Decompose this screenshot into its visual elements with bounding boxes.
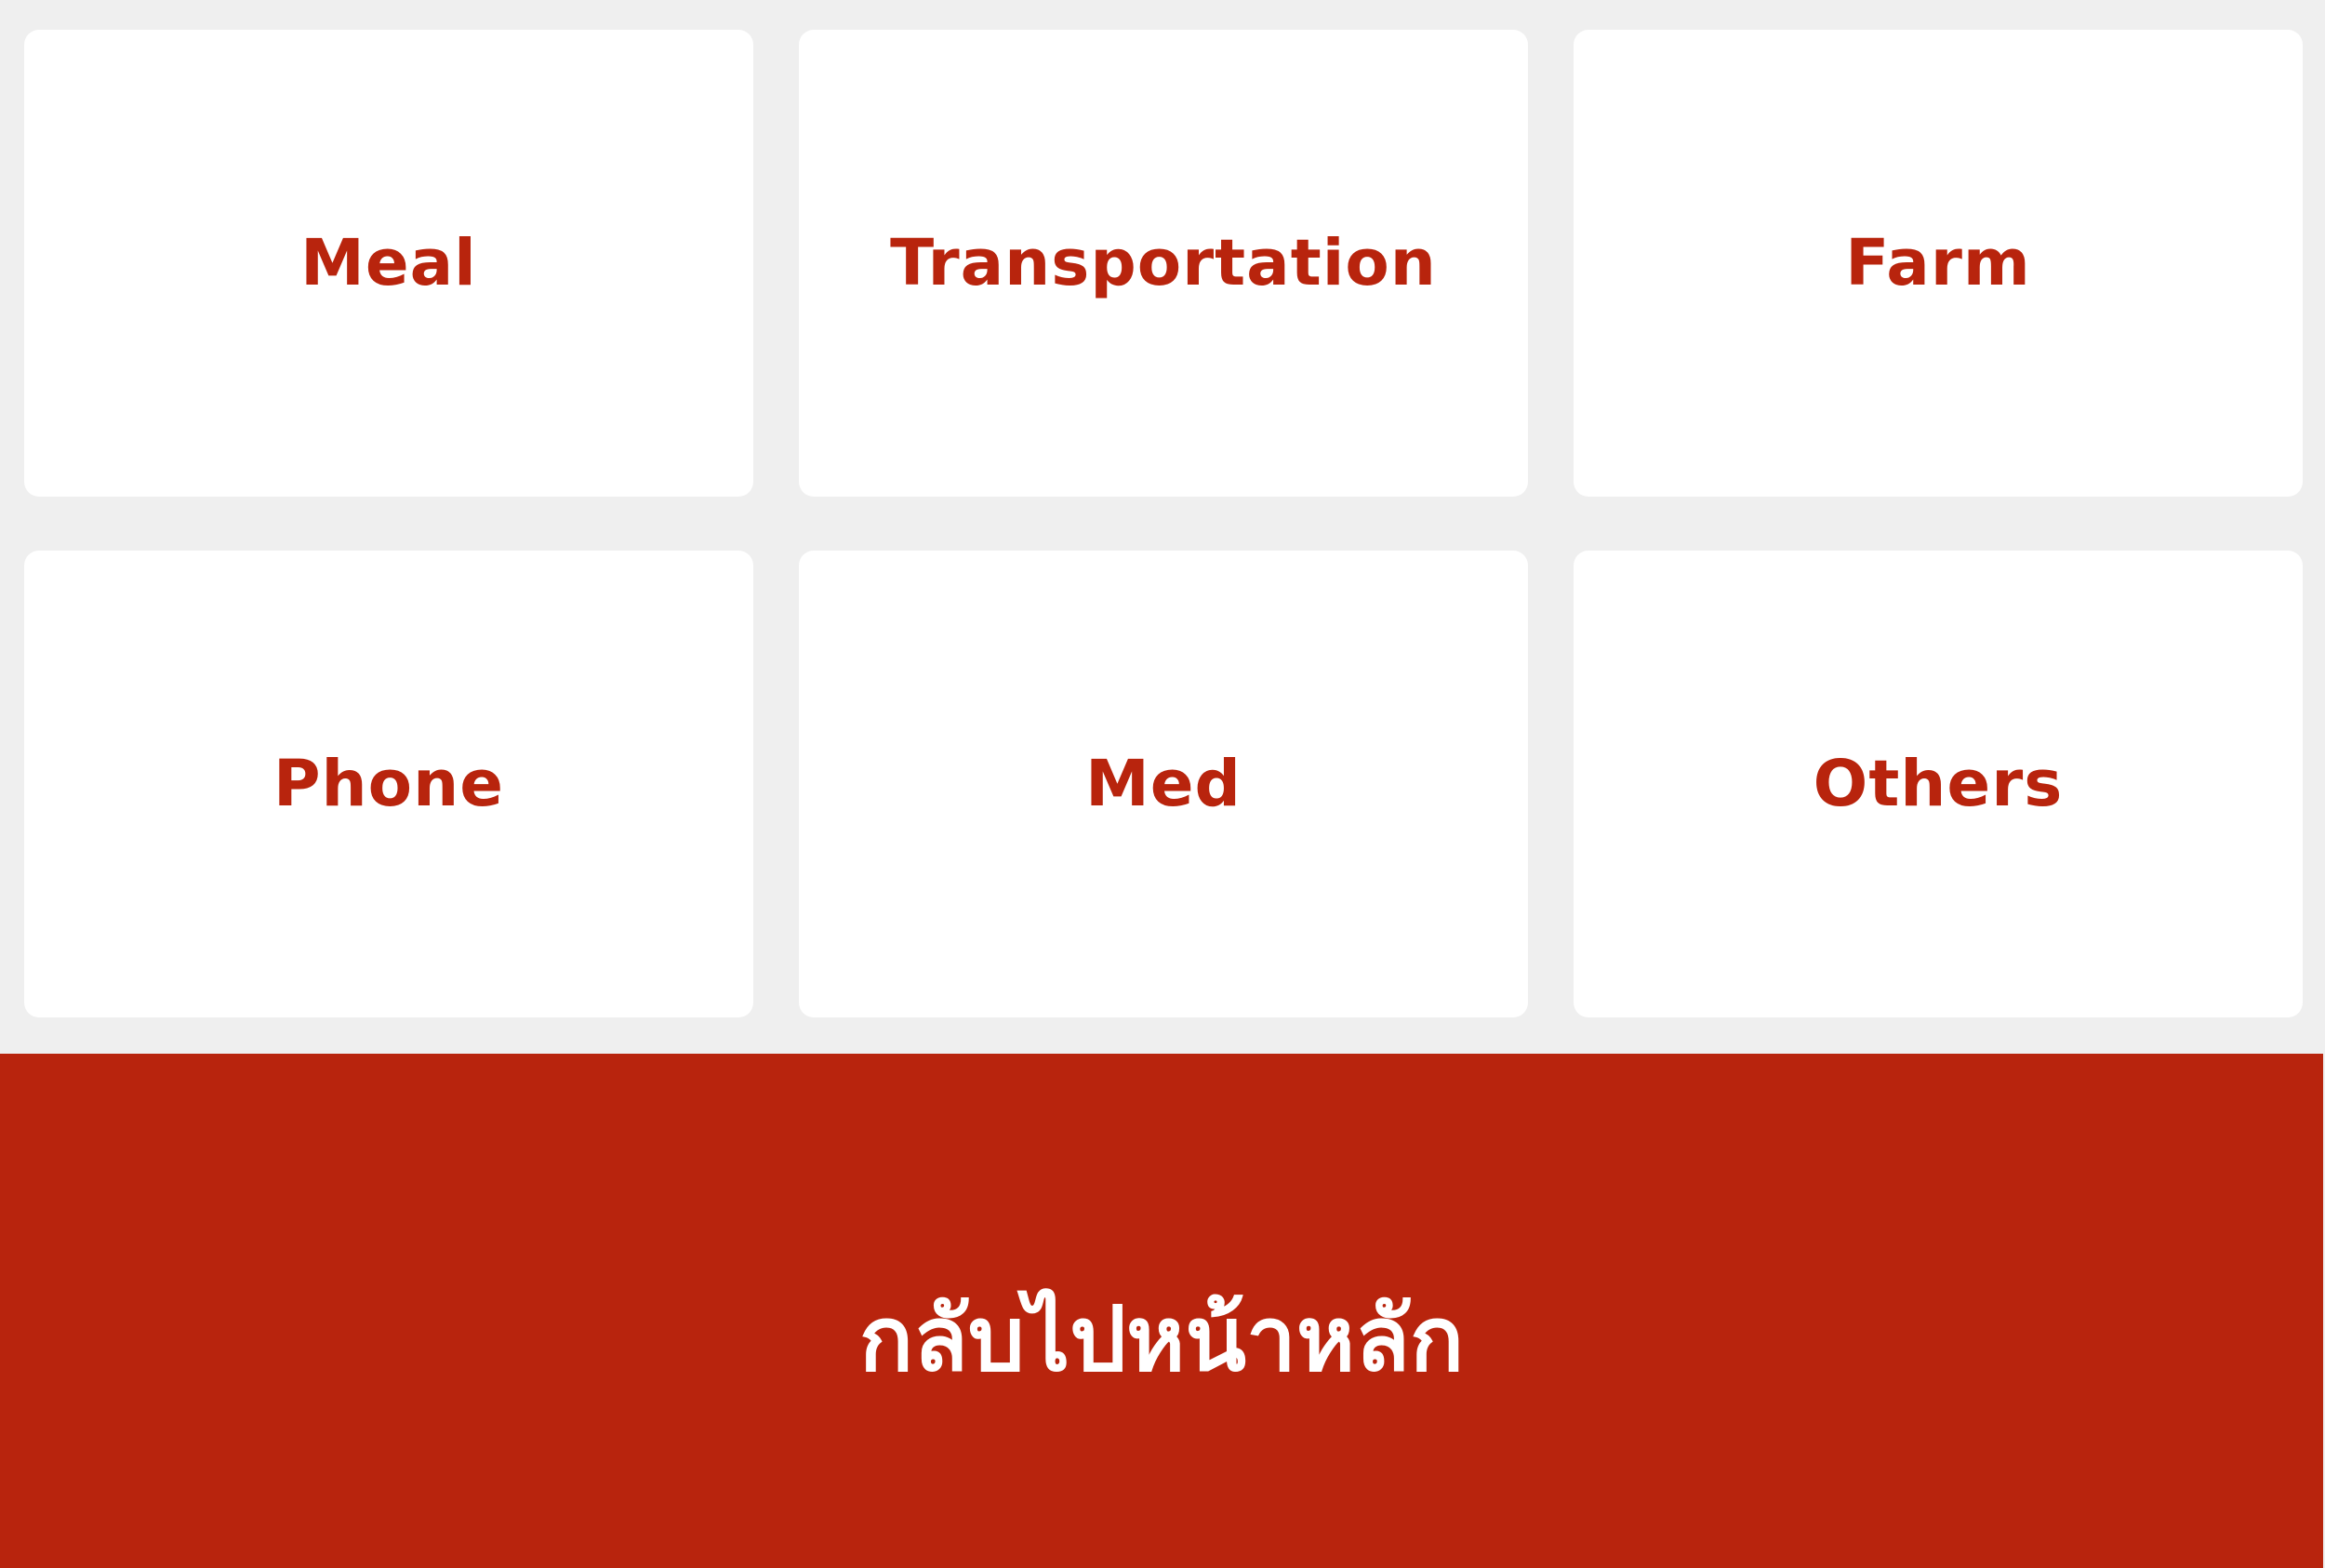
category-label: Others <box>1813 746 2064 821</box>
category-label: Phone <box>272 746 505 821</box>
category-tile-farm[interactable]: Farm <box>1574 30 2303 497</box>
category-tile-transportation[interactable]: Transportation <box>799 30 1528 497</box>
back-to-home-label: กลับไปหน้าหลัก <box>858 1286 1465 1391</box>
category-label: Farm <box>1845 225 2031 300</box>
category-label: Meal <box>300 225 477 300</box>
category-grid: Meal Transportation Farm Phone Med Other… <box>0 0 2325 1054</box>
category-tile-med[interactable]: Med <box>799 551 1528 1017</box>
category-tile-phone[interactable]: Phone <box>24 551 753 1017</box>
category-label: Med <box>1085 746 1242 821</box>
category-tile-others[interactable]: Others <box>1574 551 2303 1017</box>
category-tile-meal[interactable]: Meal <box>24 30 753 497</box>
back-to-home-button[interactable]: กลับไปหน้าหลัก <box>0 1054 2323 1568</box>
category-label: Transportation <box>890 225 1437 300</box>
